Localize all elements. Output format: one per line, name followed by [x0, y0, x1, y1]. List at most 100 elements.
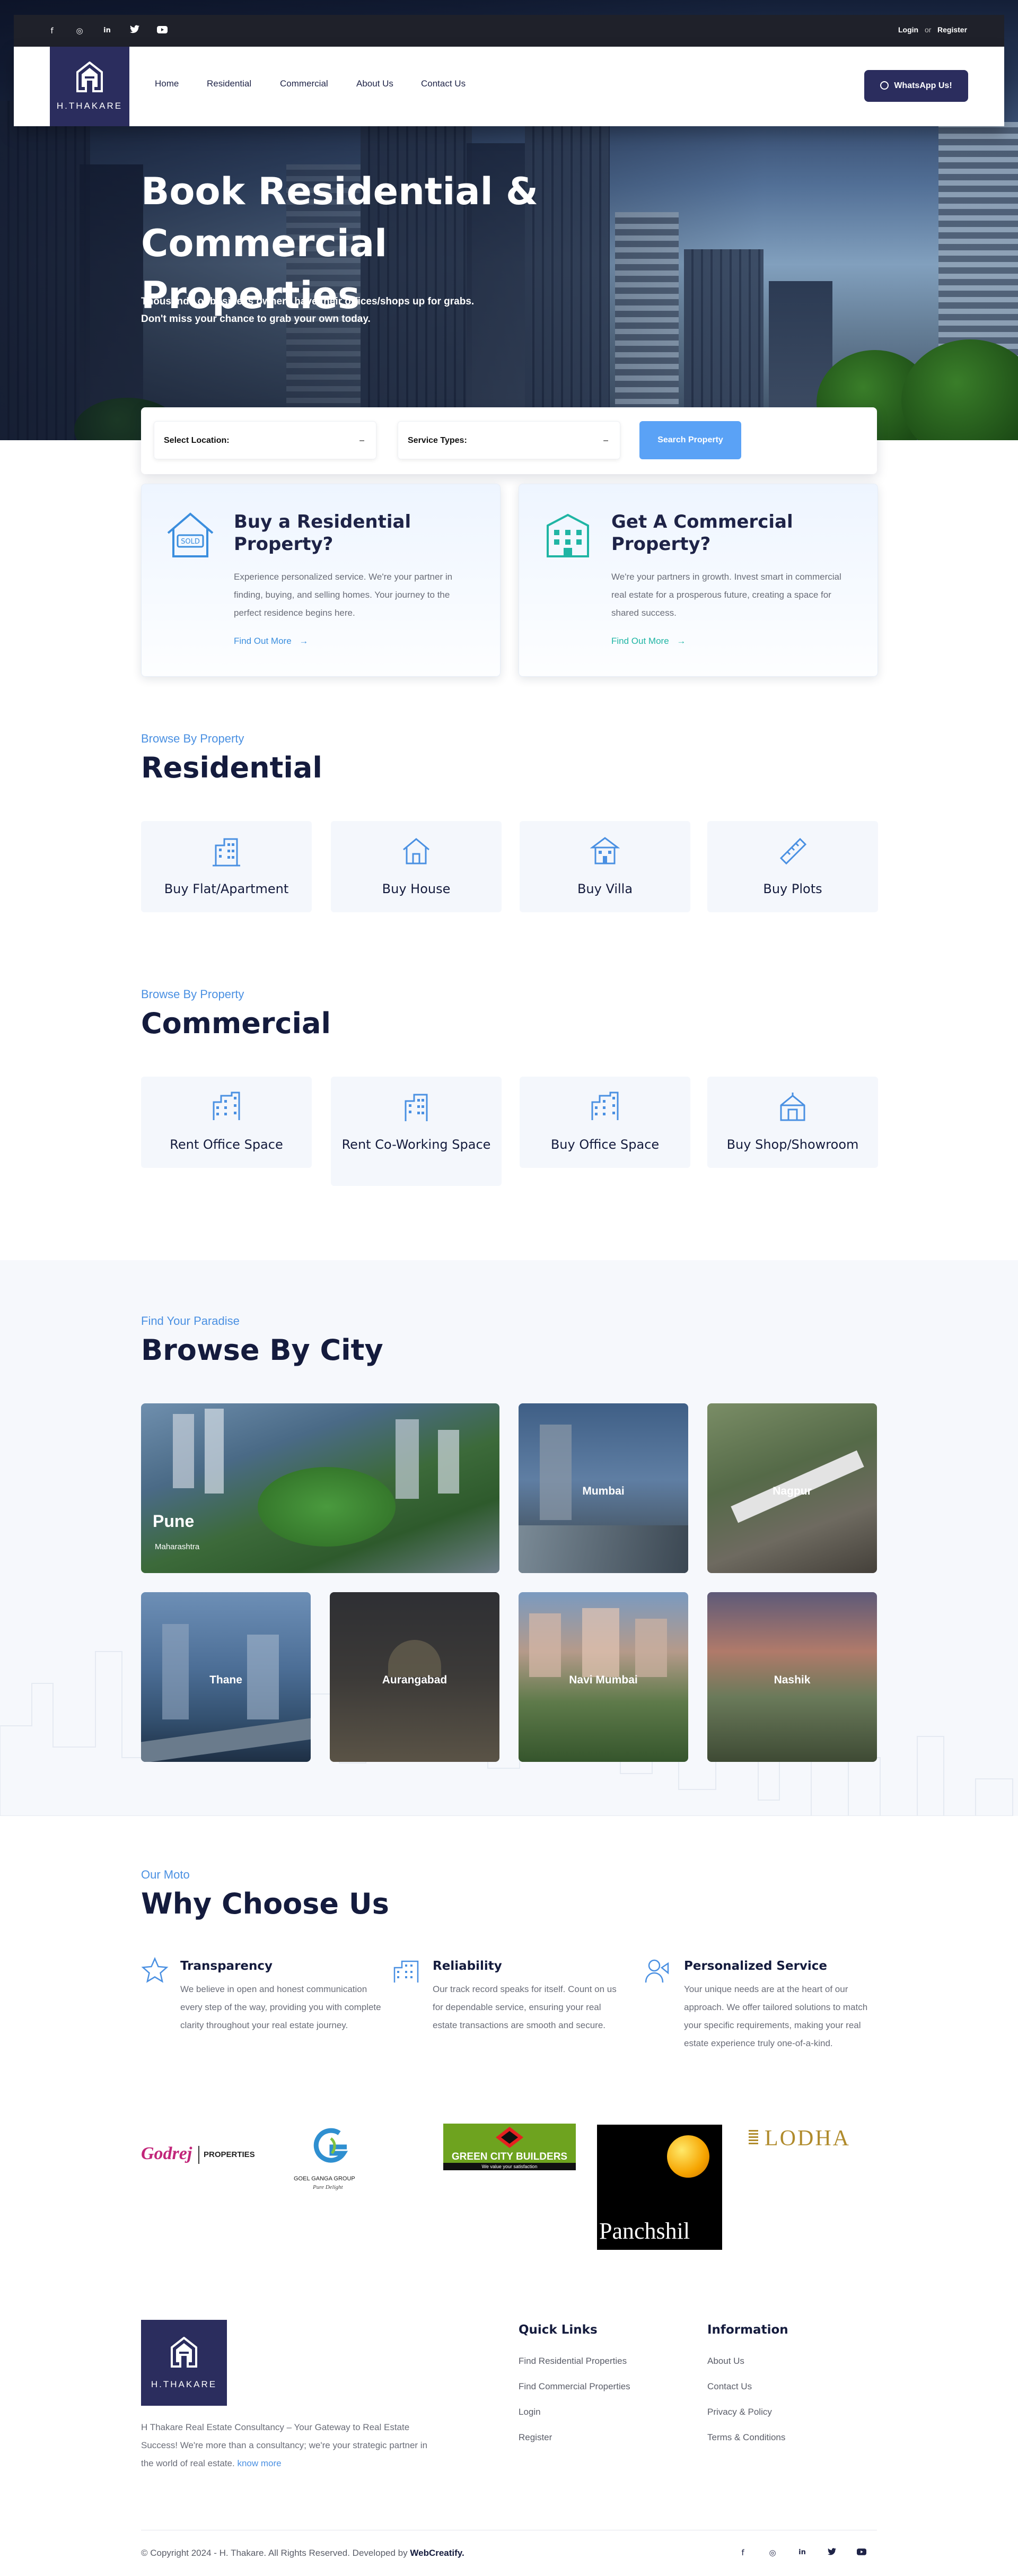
section-eyebrow: Find Your Paradise: [141, 1314, 240, 1328]
footer-link[interactable]: Privacy & Policy: [707, 2407, 772, 2417]
city-card-pune[interactable]: Pune Maharashtra: [141, 1403, 499, 1573]
tile-buy-house[interactable]: Buy House: [331, 821, 502, 912]
city-state: Maharashtra: [155, 1542, 200, 1551]
partner-logo-goel-ganga[interactable]: GOEL GANGA GROUP Pure Delight: [291, 2128, 375, 2200]
nav-about-us[interactable]: About Us: [356, 78, 393, 89]
register-link[interactable]: Register: [937, 25, 967, 34]
residential-heading: Residential: [141, 751, 322, 784]
linkedin-icon[interactable]: in: [795, 2546, 809, 2560]
feature-title: Transparency: [180, 1959, 273, 1973]
feature-text: We believe in open and honest communicat…: [180, 1984, 381, 2030]
tile-buy-office[interactable]: Buy Office Space: [520, 1077, 690, 1168]
quick-links-heading: Quick Links: [519, 2323, 598, 2337]
city-card-mumbai[interactable]: Mumbai: [519, 1403, 688, 1573]
instagram-icon[interactable]: ◎: [73, 24, 86, 37]
partner-logo-green-city[interactable]: GREEN CITY BUILDERS We value your satisf…: [443, 2124, 576, 2170]
arrow-right-icon: →: [299, 636, 309, 646]
sold-house-icon: SOLD: [167, 512, 214, 557]
section-eyebrow: Our Moto: [141, 1868, 190, 1881]
footer-link[interactable]: Find Commercial Properties: [519, 2381, 630, 2392]
footer-link[interactable]: About Us: [707, 2356, 744, 2367]
service-type-select[interactable]: Service Types: –: [398, 421, 620, 459]
tile-buy-plots[interactable]: Buy Plots: [707, 821, 878, 912]
youtube-icon[interactable]: [156, 24, 169, 37]
star-icon: [141, 1957, 169, 1983]
city-name: Navi Mumbai: [569, 1673, 638, 1686]
office-building-icon: [591, 1091, 619, 1120]
facebook-icon[interactable]: f: [46, 24, 58, 37]
feature-title: Reliability: [433, 1959, 502, 1973]
feature-text: Your unique needs are at the heart of ou…: [684, 1984, 868, 2048]
gcb-emblem: [496, 2127, 523, 2148]
whatsapp-button[interactable]: WhatsApp Us!: [864, 70, 968, 102]
partner-logo-lodha[interactable]: LODHA: [749, 2125, 876, 2151]
nav-home[interactable]: Home: [155, 78, 179, 89]
copyright-text: © Copyright 2024 - H. Thakare. All Right…: [141, 2548, 464, 2558]
promo-title: Get A Commercial Property?: [611, 511, 793, 555]
personalized-service-icon: [645, 1959, 669, 1983]
find-out-more-link[interactable]: Find Out More →: [234, 636, 308, 647]
tile-buy-villa[interactable]: Buy Villa: [520, 821, 690, 912]
logo-text: H.THAKARE: [56, 101, 123, 111]
youtube-icon[interactable]: [855, 2546, 868, 2560]
tile-buy-shop[interactable]: Buy Shop/Showroom: [707, 1077, 878, 1168]
twitter-icon[interactable]: [128, 24, 141, 37]
browse-by-city-heading: Browse By City: [141, 1333, 383, 1367]
tile-rent-coworking[interactable]: Rent Co-Working Space: [331, 1077, 502, 1186]
find-out-more-link[interactable]: Find Out More →: [611, 636, 686, 647]
goel-ganga-emblem: [313, 2128, 348, 2163]
nav-commercial[interactable]: Commercial: [280, 78, 328, 89]
logo-text: H.THAKARE: [151, 2379, 217, 2389]
chevron-down-icon: –: [603, 436, 608, 445]
property-search-bar: Select Location: – Service Types: – Search…: [141, 407, 877, 474]
svg-text:SOLD: SOLD: [181, 538, 200, 546]
house-icon: [403, 838, 429, 865]
section-eyebrow: Browse By Property: [141, 732, 244, 745]
city-card-nagpur[interactable]: Nagpur: [707, 1403, 877, 1573]
site-logo[interactable]: H.THAKARE: [50, 47, 129, 126]
city-card-thane[interactable]: Thane: [141, 1592, 311, 1762]
footer-about-text: H Thakare Real Estate Consultancy – Your…: [141, 2422, 428, 2468]
footer-link[interactable]: Find Residential Properties: [519, 2356, 627, 2367]
nav-residential[interactable]: Residential: [207, 78, 251, 89]
partner-logo-panchshil[interactable]: Panchshil: [597, 2125, 722, 2250]
developer-link[interactable]: WebCreatify.: [410, 2548, 464, 2558]
city-card-aurangabad[interactable]: Aurangabad: [330, 1592, 499, 1762]
nav-contact-us[interactable]: Contact Us: [421, 78, 466, 89]
whatsapp-icon: [880, 81, 889, 90]
building-icon: [393, 1960, 419, 1983]
tile-buy-flat[interactable]: Buy Flat/Apartment: [141, 821, 312, 912]
city-card-navi-mumbai[interactable]: Navi Mumbai: [519, 1592, 688, 1762]
shop-icon: [780, 1093, 805, 1121]
commercial-promo-card: Get A Commercial Property? We're your pa…: [519, 484, 878, 677]
commercial-heading: Commercial: [141, 1007, 331, 1040]
footer-link[interactable]: Contact Us: [707, 2381, 752, 2392]
information-heading: Information: [707, 2323, 788, 2337]
footer-link[interactable]: Terms & Conditions: [707, 2432, 785, 2443]
search-property-button[interactable]: Search Property: [639, 421, 741, 459]
tile-rent-office[interactable]: Rent Office Space: [141, 1077, 312, 1168]
city-name: Nagpur: [773, 1485, 812, 1497]
footer-link[interactable]: Register: [519, 2432, 552, 2443]
main-navbar: H.THAKARE Home Residential Commercial Ab…: [14, 47, 1004, 126]
twitter-icon[interactable]: [825, 2546, 839, 2560]
promo-text: Experience personalized service. We're y…: [234, 572, 453, 618]
arrow-right-icon: →: [677, 636, 686, 646]
instagram-icon[interactable]: ◎: [766, 2546, 779, 2560]
login-link[interactable]: Login: [898, 25, 918, 34]
residential-promo-card: SOLD Buy a Residential Property? Experie…: [141, 484, 501, 677]
logo-house-icon: [76, 62, 103, 92]
ruler-plot-icon: [779, 837, 807, 865]
know-more-link[interactable]: know more: [237, 2458, 281, 2468]
city-card-nashik[interactable]: Nashik: [707, 1592, 877, 1762]
section-eyebrow: Browse By Property: [141, 988, 244, 1001]
feature-text: Our track record speaks for itself. Coun…: [433, 1984, 617, 2030]
footer-logo[interactable]: H.THAKARE: [141, 2320, 227, 2406]
linkedin-icon[interactable]: in: [101, 24, 113, 37]
logo-house-icon: [171, 2337, 197, 2368]
facebook-icon[interactable]: f: [736, 2546, 750, 2560]
location-select[interactable]: Select Location: –: [154, 421, 376, 459]
chevron-down-icon: –: [359, 436, 364, 445]
partner-logo-godrej[interactable]: Godrej PROPERTIES: [141, 2143, 274, 2170]
footer-link[interactable]: Login: [519, 2407, 541, 2417]
